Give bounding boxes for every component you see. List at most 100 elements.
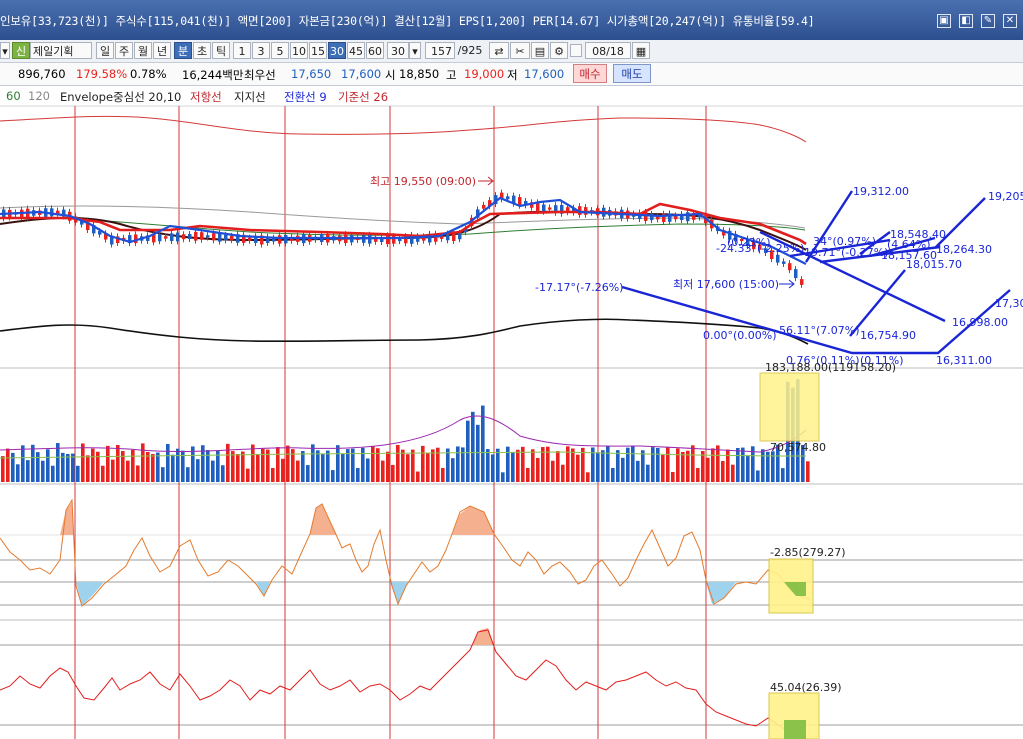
volume-bar: [806, 461, 810, 482]
volume-bar: [741, 447, 745, 482]
volume-bar: [761, 449, 765, 482]
candle-body: [230, 235, 234, 241]
volume-bar: [11, 452, 15, 482]
volume-bar: [296, 460, 300, 482]
volume-bar: [361, 447, 365, 482]
candle-body: [398, 238, 402, 242]
level-label: 16,754.90: [860, 329, 916, 342]
candle-body: [782, 261, 786, 264]
volume-bar: [661, 454, 665, 482]
volume-bar: [396, 444, 400, 482]
volume-bar: [36, 452, 40, 482]
volume-bar: [441, 467, 445, 482]
osc2-value-label: 45.04(26.39): [770, 681, 842, 694]
ma60-line: [0, 217, 806, 236]
volume-bar: [211, 460, 215, 482]
candle-body: [548, 207, 552, 210]
candle-body: [182, 234, 186, 240]
angle-label: 0.00°(0.00%): [703, 329, 777, 342]
volume-bar: [141, 443, 145, 482]
angle-label: -17.17°(-7.26%): [535, 281, 623, 294]
volume-bar: [696, 468, 700, 482]
volume-bar: [321, 454, 325, 482]
volume-bar: [261, 448, 265, 482]
volume-bar: [421, 445, 425, 482]
angle-label: 56.11°(7.07%): [779, 324, 860, 337]
level-label: 18,264.30: [936, 243, 992, 256]
level-label: 18,015.70: [906, 258, 962, 271]
level-label: 17,30: [995, 297, 1023, 310]
volume-bar: [26, 460, 30, 482]
angle-label: 34°(0.97%): [813, 235, 876, 248]
volume-bar: [31, 444, 35, 482]
volume-bar: [1, 456, 5, 482]
candle-body: [170, 233, 174, 242]
volume-bar: [621, 457, 625, 482]
candle-body: [284, 235, 288, 244]
volume-bar: [116, 444, 120, 482]
volume-highlight-box: [759, 372, 820, 442]
volume-bar: [166, 443, 170, 482]
volume-bar: [606, 446, 610, 482]
volume-bar: [271, 467, 275, 482]
volume-bar: [756, 470, 760, 482]
chart-canvas[interactable]: 최고 19,550 (09:00) 최저 17,600 (15:00) 19,3…: [0, 0, 1023, 739]
level-label: 19,312.00: [853, 185, 909, 198]
volume-bar: [276, 447, 280, 482]
osc1-fill-up: [310, 504, 336, 535]
volume-bar: [511, 452, 515, 482]
volume-bar: [701, 450, 705, 482]
volume-bar: [631, 446, 635, 482]
volume-bar: [126, 460, 130, 482]
volume-bar: [391, 464, 395, 482]
candle-body: [200, 232, 204, 240]
volume-bar: [91, 448, 95, 482]
volume-bar: [681, 451, 685, 482]
volume-bar: [516, 449, 520, 482]
candle-body: [788, 263, 792, 271]
volume-bar: [731, 464, 735, 482]
volume-bar: [176, 448, 180, 482]
volume-bar: [471, 411, 475, 482]
volume-bar: [656, 448, 660, 482]
volume-bar: [676, 448, 680, 482]
volume-bar: [16, 464, 20, 482]
volume-bar: [491, 454, 495, 482]
volume-bar: [596, 452, 600, 482]
volume-bar: [56, 443, 60, 482]
volume-bar: [171, 454, 175, 482]
volume-bar: [641, 450, 645, 482]
volume-bar: [736, 447, 740, 482]
volume-bar: [411, 449, 415, 482]
volume-bar: [551, 460, 555, 482]
level-label: 16,998.00: [952, 316, 1008, 329]
candle-body: [206, 235, 210, 238]
volume-bar: [401, 449, 405, 482]
volume-bar: [151, 453, 155, 482]
volume-bar: [571, 448, 575, 482]
volume-bar: [616, 450, 620, 482]
volume-label: 70,574.80: [770, 441, 826, 454]
volume-bars: [1, 379, 810, 482]
volume-bar: [486, 449, 490, 482]
envelope-lower-line: [0, 318, 809, 345]
volume-bar: [281, 458, 285, 482]
candle-body: [158, 234, 162, 242]
volume-bar: [711, 448, 715, 482]
lowest-label: 최저 17,600 (15:00): [673, 278, 779, 291]
volume-bar: [21, 445, 25, 482]
volume-bar: [691, 445, 695, 482]
candle-body: [188, 233, 192, 239]
candle-body: [800, 279, 804, 285]
volume-bar: [671, 471, 675, 482]
volume-bar: [246, 468, 250, 482]
candle-body: [176, 232, 180, 242]
volume-bar: [781, 468, 785, 482]
volume-bar: [446, 448, 450, 482]
volume-bar: [556, 451, 560, 482]
volume-ma-line: [0, 415, 807, 453]
osc2-current-fill: [784, 720, 806, 739]
volume-bar: [301, 451, 305, 482]
osc1-line: [0, 498, 811, 607]
volume-bar: [111, 459, 115, 482]
